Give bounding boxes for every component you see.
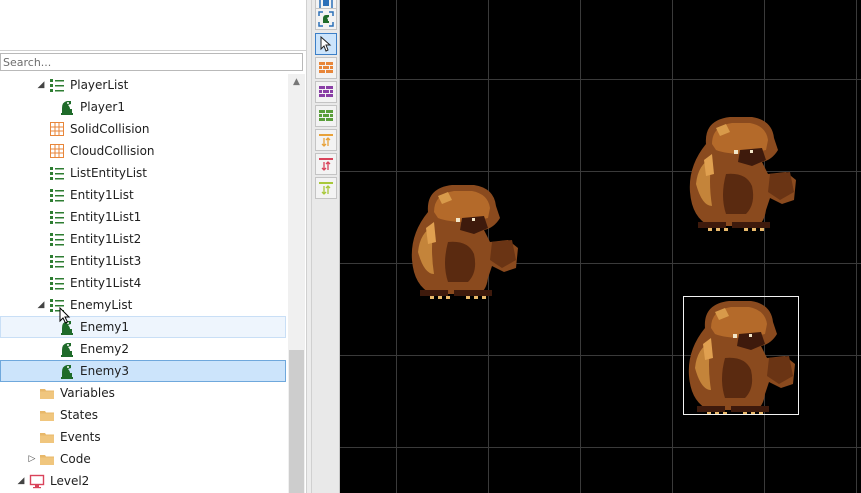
tree-item-listentitylist[interactable]: ListEntityList xyxy=(0,162,286,184)
folder-icon xyxy=(39,407,55,423)
bear-sprite-enemy1[interactable] xyxy=(408,182,522,300)
scroll-up-arrow-icon[interactable]: ▲ xyxy=(288,74,305,91)
focus-entity-button[interactable] xyxy=(315,8,337,30)
list-icon xyxy=(49,231,65,247)
tree-item-states[interactable]: States xyxy=(0,404,286,426)
list-icon xyxy=(49,187,65,203)
collision-grid-icon xyxy=(49,121,65,137)
orange-layer-arrows-button[interactable] xyxy=(315,129,337,151)
tree-item-entity1list1[interactable]: Entity1List1 xyxy=(0,206,286,228)
entity-icon xyxy=(59,363,75,379)
list-icon xyxy=(49,275,65,291)
folder-icon xyxy=(39,385,55,401)
tree-item-code[interactable]: ▷ Code xyxy=(0,448,286,470)
tree-item-label: Enemy3 xyxy=(80,364,129,378)
orange-brick-layer-icon xyxy=(319,62,333,73)
list-icon xyxy=(49,253,65,269)
green-brick-layer-button[interactable] xyxy=(315,105,337,127)
selection-rectangle[interactable] xyxy=(683,296,799,415)
collision-grid-icon xyxy=(49,143,65,159)
tree-item-entity1list4[interactable]: Entity1List4 xyxy=(0,272,286,294)
tree-item-enemy2[interactable]: Enemy2 xyxy=(0,338,286,360)
folder-icon xyxy=(39,451,55,467)
tree-item-entity1list[interactable]: Entity1List xyxy=(0,184,286,206)
entity-icon xyxy=(59,341,75,357)
tree-item-level2[interactable]: ◢ Level2 xyxy=(0,470,286,492)
pink-layer-arrows-icon xyxy=(319,158,333,171)
pointer-select-icon xyxy=(320,36,332,52)
tree-item-cloudcollision[interactable]: CloudCollision xyxy=(0,140,286,162)
pink-layer-arrows-button[interactable] xyxy=(315,153,337,175)
purple-brick-layer-icon xyxy=(319,86,333,97)
expand-arrow-icon[interactable]: ◢ xyxy=(16,476,26,486)
tree-item-entity1list3[interactable]: Entity1List3 xyxy=(0,250,286,272)
folder-icon xyxy=(39,429,55,445)
tree-item-enemy3[interactable]: Enemy3 xyxy=(0,360,286,382)
tree-item-label: EnemyList xyxy=(70,298,133,312)
explorer-panel: ◢ PlayerList Player1 SolidCollision Clo xyxy=(0,0,306,493)
scrollbar-thumb[interactable] xyxy=(289,350,304,493)
layer-toolbar xyxy=(312,0,340,493)
tree-item-label: Events xyxy=(60,430,101,444)
tree-item-label: Enemy1 xyxy=(80,320,129,334)
orange-layer-arrows-icon xyxy=(319,134,333,147)
tree-item-label: ListEntityList xyxy=(70,166,147,180)
list-icon xyxy=(49,209,65,225)
focus-entity-icon xyxy=(318,11,334,27)
tree-item-enemy1[interactable]: Enemy1 xyxy=(0,316,286,338)
tree-item-label: Entity1List xyxy=(70,188,134,202)
tree-item-label: Entity1List4 xyxy=(70,276,142,290)
tree-scrollbar[interactable]: ▲ xyxy=(288,74,305,493)
tree-item-label: PlayerList xyxy=(70,78,129,92)
mouse-cursor-icon xyxy=(59,307,71,324)
list-icon xyxy=(49,77,65,93)
tree-item-label: States xyxy=(60,408,99,422)
level-canvas[interactable] xyxy=(340,0,861,493)
search-input[interactable] xyxy=(0,53,303,71)
pointer-select-button[interactable] xyxy=(315,33,337,55)
bear-sprite-enemy2[interactable] xyxy=(686,114,800,232)
list-icon xyxy=(49,165,65,181)
tree-item-player1[interactable]: Player1 xyxy=(0,96,286,118)
screen-icon xyxy=(29,473,45,489)
purple-brick-layer-button[interactable] xyxy=(315,81,337,103)
explorer-top-area xyxy=(0,0,306,51)
tree-item-label: Variables xyxy=(60,386,115,400)
entity-icon xyxy=(59,99,75,115)
tree-item-label: Player1 xyxy=(80,100,125,114)
lime-layer-arrows-icon xyxy=(319,182,333,195)
lime-layer-arrows-button[interactable] xyxy=(315,177,337,199)
tree-item-events[interactable]: Events xyxy=(0,426,286,448)
green-brick-layer-icon xyxy=(319,110,333,121)
tree-item-label: CloudCollision xyxy=(70,144,155,158)
tree-item-label: Entity1List3 xyxy=(70,254,142,268)
tree-item-label: Enemy2 xyxy=(80,342,129,356)
orange-brick-layer-button[interactable] xyxy=(315,57,337,79)
tree-item-variables[interactable]: Variables xyxy=(0,382,286,404)
tree-item-label: Code xyxy=(60,452,91,466)
tree-item-playerlist[interactable]: ◢ PlayerList xyxy=(0,74,286,96)
tree-item-label: Entity1List1 xyxy=(70,210,142,224)
collapse-arrow-icon[interactable]: ▷ xyxy=(27,454,37,464)
explorer-tree: ◢ PlayerList Player1 SolidCollision Clou… xyxy=(0,74,288,493)
tree-item-label: Entity1List2 xyxy=(70,232,142,246)
tree-item-label: Level2 xyxy=(50,474,90,488)
expand-arrow-icon[interactable]: ◢ xyxy=(36,80,46,90)
tree-item-solidcollision[interactable]: SolidCollision xyxy=(0,118,286,140)
tree-item-label: SolidCollision xyxy=(70,122,150,136)
tree-item-enemylist[interactable]: ◢ EnemyList xyxy=(0,294,286,316)
expand-arrow-icon[interactable]: ◢ xyxy=(36,300,46,310)
tree-item-entity1list2[interactable]: Entity1List2 xyxy=(0,228,286,250)
